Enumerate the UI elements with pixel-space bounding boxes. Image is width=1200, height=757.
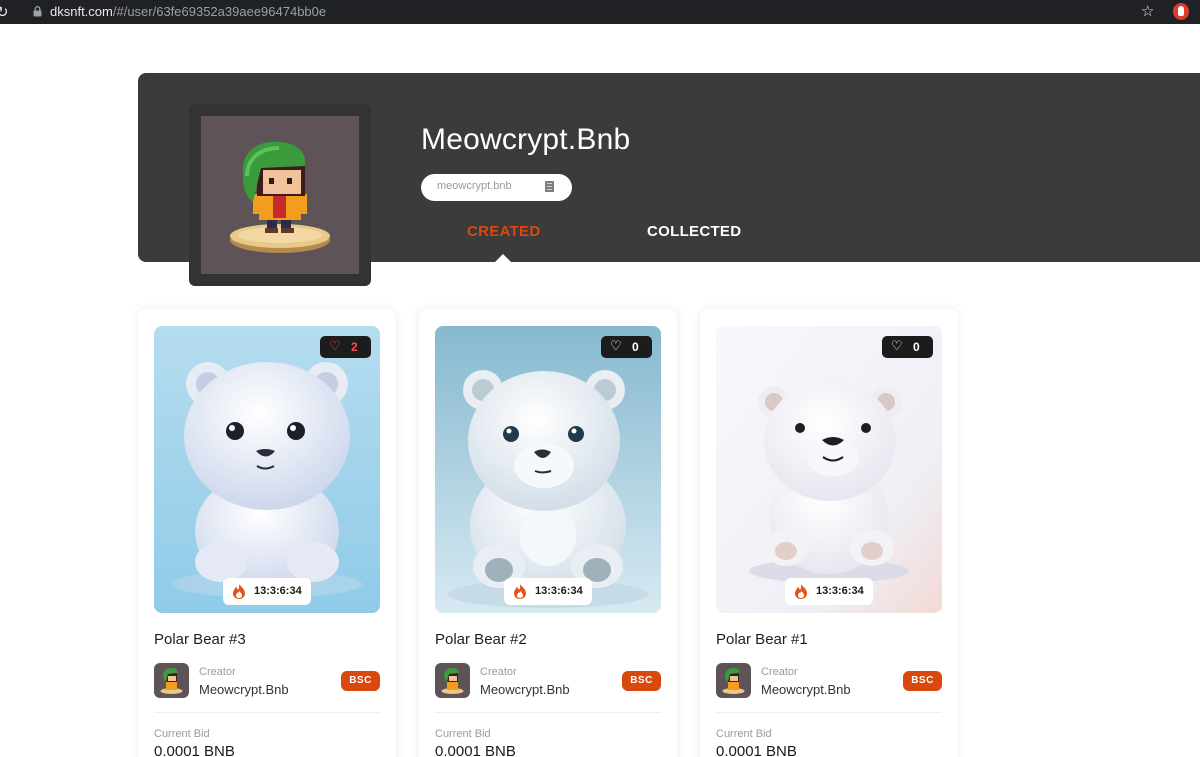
flame-icon <box>514 584 526 599</box>
heart-icon[interactable]: ♡ <box>610 339 622 355</box>
reload-icon[interactable]: ↻ <box>0 3 14 21</box>
profile-name: Meowcrypt.Bnb <box>421 123 631 156</box>
timer-text: 13:3:6:34 <box>254 585 302 597</box>
creator-avatar[interactable] <box>716 663 751 698</box>
heart-icon[interactable]: ♡ <box>891 339 903 355</box>
likes-badge[interactable]: ♡ 0 <box>882 336 933 358</box>
timer-text: 13:3:6:34 <box>535 585 583 597</box>
bid-value: 0.0001 BNB <box>716 743 797 757</box>
flame-icon <box>795 584 807 599</box>
creator-avatar[interactable] <box>435 663 470 698</box>
likes-badge[interactable]: ♡ 0 <box>601 336 652 358</box>
heart-icon[interactable]: ♡ <box>329 339 341 355</box>
bid-label: Current Bid <box>435 728 491 740</box>
address-copy-pill[interactable]: meowcrypt.bnb <box>421 174 572 201</box>
profile-avatar <box>201 116 359 274</box>
nft-card[interactable]: ♡ 0 13:3:6:34 Polar Bear #1 Creator Meow… <box>700 309 958 757</box>
creator-name[interactable]: Meowcrypt.Bnb <box>761 682 851 697</box>
extension-icon[interactable] <box>1173 3 1189 20</box>
browser-toolbar: ↻ dksnft.com/#/user/63fe69352a39aee96474… <box>0 0 1200 24</box>
wallet-address: meowcrypt.bnb <box>437 180 512 192</box>
nft-title[interactable]: Polar Bear #1 <box>716 631 808 648</box>
nft-image[interactable]: ♡ 0 13:3:6:34 <box>435 326 661 613</box>
bid-label: Current Bid <box>716 728 772 740</box>
creator-label: Creator <box>480 666 517 678</box>
divider <box>716 712 942 713</box>
timer-text: 13:3:6:34 <box>816 585 864 597</box>
chain-badge: BSC <box>622 671 661 691</box>
tab-collected[interactable]: COLLECTED <box>647 223 741 240</box>
lock-icon[interactable] <box>33 6 42 17</box>
nft-image[interactable]: ♡ 0 13:3:6:34 <box>716 326 942 613</box>
likes-count: 0 <box>632 340 639 354</box>
likes-badge[interactable]: ♡ 2 <box>320 336 371 358</box>
chain-badge: BSC <box>341 671 380 691</box>
copy-icon[interactable] <box>545 181 554 192</box>
divider <box>435 712 661 713</box>
nft-title[interactable]: Polar Bear #2 <box>435 631 527 648</box>
creator-label: Creator <box>199 666 236 678</box>
creator-avatar[interactable] <box>154 663 189 698</box>
nft-title[interactable]: Polar Bear #3 <box>154 631 246 648</box>
chain-badge: BSC <box>903 671 942 691</box>
likes-count: 2 <box>351 340 358 354</box>
bookmark-star-icon[interactable]: ☆ <box>1141 2 1154 20</box>
auction-timer: 13:3:6:34 <box>223 578 311 605</box>
likes-count: 0 <box>913 340 920 354</box>
creator-name[interactable]: Meowcrypt.Bnb <box>199 682 289 697</box>
bid-label: Current Bid <box>154 728 210 740</box>
creator-label: Creator <box>761 666 798 678</box>
url-path: /#/user/63fe69352a39aee96474bb0e <box>112 4 327 19</box>
bid-value: 0.0001 BNB <box>435 743 516 757</box>
nft-image[interactable]: ♡ 2 13:3:6:34 <box>154 326 380 613</box>
bid-value: 0.0001 BNB <box>154 743 235 757</box>
creator-name[interactable]: Meowcrypt.Bnb <box>480 682 570 697</box>
active-tab-indicator <box>495 254 511 262</box>
nft-card[interactable]: ♡ 0 13:3:6:34 Polar Bear #2 Creator Meow… <box>419 309 677 757</box>
tab-created[interactable]: CREATED <box>467 223 541 240</box>
flame-icon <box>233 584 245 599</box>
divider <box>154 712 380 713</box>
address-bar[interactable]: dksnft.com/#/user/63fe69352a39aee96474bb… <box>50 4 326 20</box>
nft-card[interactable]: ♡ 2 13:3:6:34 Polar Bear #3 Creator Meow… <box>138 309 396 757</box>
url-host: dksnft.com <box>50 4 113 19</box>
auction-timer: 13:3:6:34 <box>785 578 873 605</box>
auction-timer: 13:3:6:34 <box>504 578 592 605</box>
